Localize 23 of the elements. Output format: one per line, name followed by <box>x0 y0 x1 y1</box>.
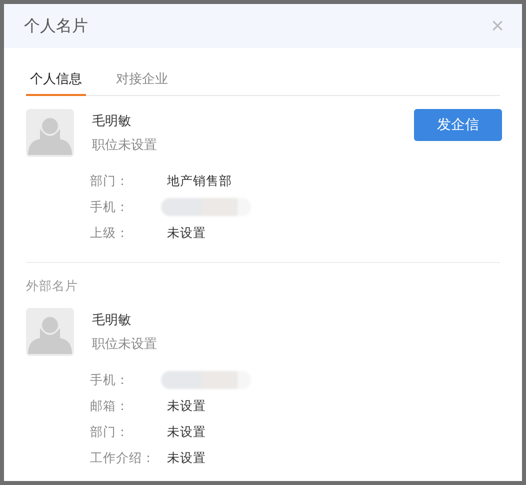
field-label: 工作介绍： <box>90 450 156 466</box>
field-value: 未设置 <box>167 224 206 242</box>
field-label: 部门： <box>90 424 130 440</box>
avatar-icon <box>26 308 74 356</box>
field-label: 手机： <box>90 198 130 216</box>
avatar-icon <box>26 109 74 157</box>
field-value: 未设置 <box>167 424 206 440</box>
field-value: 未设置 <box>167 450 206 466</box>
dialog-title: 个人名片 <box>24 16 88 36</box>
field-value: 地产销售部 <box>167 172 232 190</box>
tab[interactable]: 个人信息 <box>26 66 86 96</box>
person-name: 毛明敏 <box>92 312 132 329</box>
field-label: 部门： <box>90 172 130 190</box>
position-text: 职位未设置 <box>92 137 158 154</box>
field-value: 未设置 <box>167 398 206 414</box>
section-heading: 外部名片 <box>26 278 78 293</box>
tab[interactable]: 对接企业 <box>112 66 172 96</box>
field-label: 上级： <box>90 224 130 242</box>
send-message-button[interactable]: 发企信 <box>414 109 502 141</box>
person-name: 毛明敏 <box>92 113 132 130</box>
field-label: 邮箱： <box>90 398 130 414</box>
field-label: 手机： <box>90 372 130 388</box>
position-text: 职位未设置 <box>92 336 158 353</box>
